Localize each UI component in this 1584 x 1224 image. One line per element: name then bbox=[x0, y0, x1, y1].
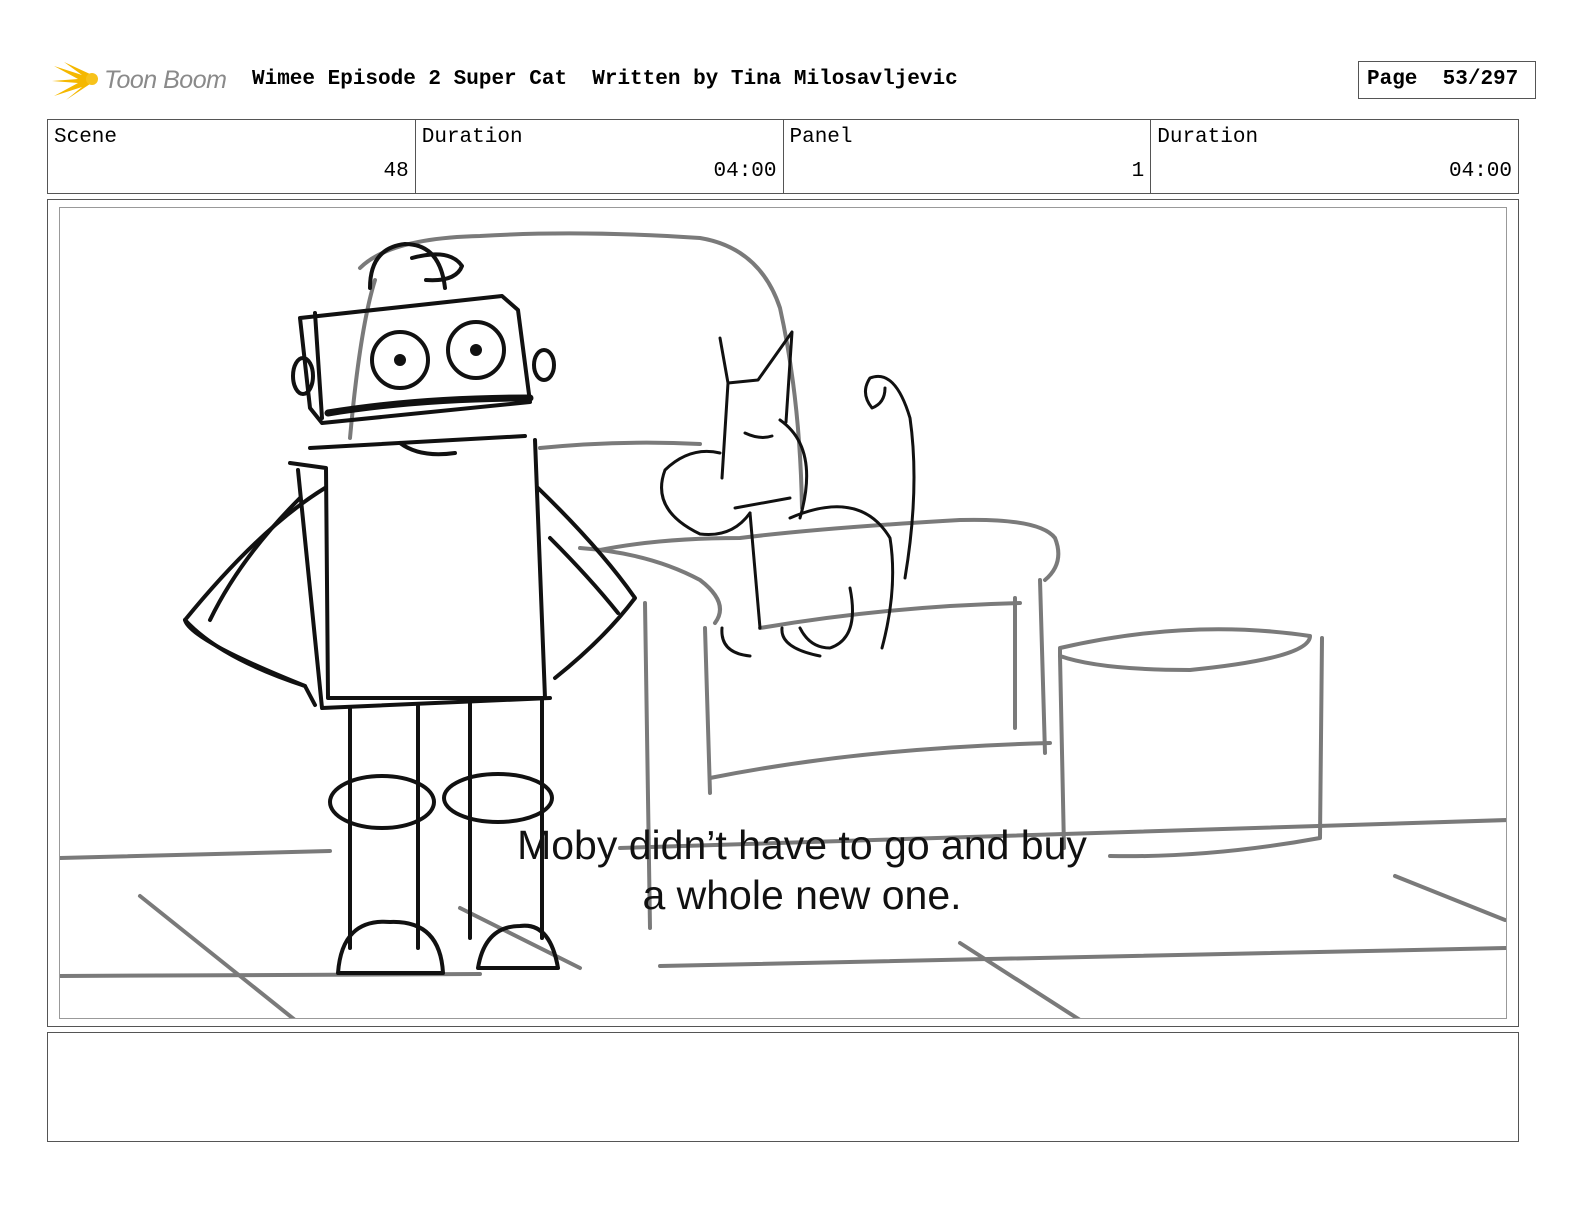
panel-duration-value: 04:00 bbox=[1448, 160, 1512, 183]
storyboard-title: Wimee Episode 2 Super Cat Written by Tin… bbox=[252, 68, 958, 91]
scene-duration-label: Duration bbox=[421, 126, 523, 149]
caption-line-1: Moby didn’t have to go and buy bbox=[517, 822, 1087, 868]
dialogue-caption: Moby didn’t have to go and buy a whole n… bbox=[442, 820, 1162, 920]
scene-label: Scene bbox=[54, 126, 118, 149]
panel-duration-label: Duration bbox=[1157, 126, 1259, 149]
scene-duration-cell: Duration 04:00 bbox=[416, 120, 784, 193]
scene-duration-value: 04:00 bbox=[713, 160, 777, 183]
storyboard-panel-image: Moby didn’t have to go and buy a whole n… bbox=[59, 207, 1507, 1019]
panel-value: 1 bbox=[1131, 160, 1145, 183]
page-label: Page bbox=[1367, 68, 1418, 91]
panel-duration-cell: Duration 04:00 bbox=[1151, 120, 1518, 193]
scene-cell: Scene 48 bbox=[48, 120, 416, 193]
panel-label: Panel bbox=[789, 126, 853, 149]
panel-notes-box[interactable] bbox=[47, 1032, 1519, 1142]
toon-boom-logo: Toon Boom bbox=[52, 58, 242, 104]
scene-value: 48 bbox=[383, 160, 409, 183]
starburst-icon bbox=[52, 62, 98, 100]
page-number: 53/297 bbox=[1442, 68, 1519, 91]
panel-cell: Panel 1 bbox=[784, 120, 1152, 193]
caption-line-2: a whole new one. bbox=[642, 872, 962, 918]
panel-info-table: Scene 48 Duration 04:00 Panel 1 Duration… bbox=[47, 119, 1519, 194]
storyboard-panel-frame: Moby didn’t have to go and buy a whole n… bbox=[47, 199, 1519, 1027]
page-header: Toon Boom Wimee Episode 2 Super Cat Writ… bbox=[52, 58, 1536, 104]
cat-sketch bbox=[660, 330, 916, 658]
page-indicator: Page 53/297 bbox=[1358, 61, 1536, 99]
logo-text: Toon Boom bbox=[104, 66, 227, 94]
